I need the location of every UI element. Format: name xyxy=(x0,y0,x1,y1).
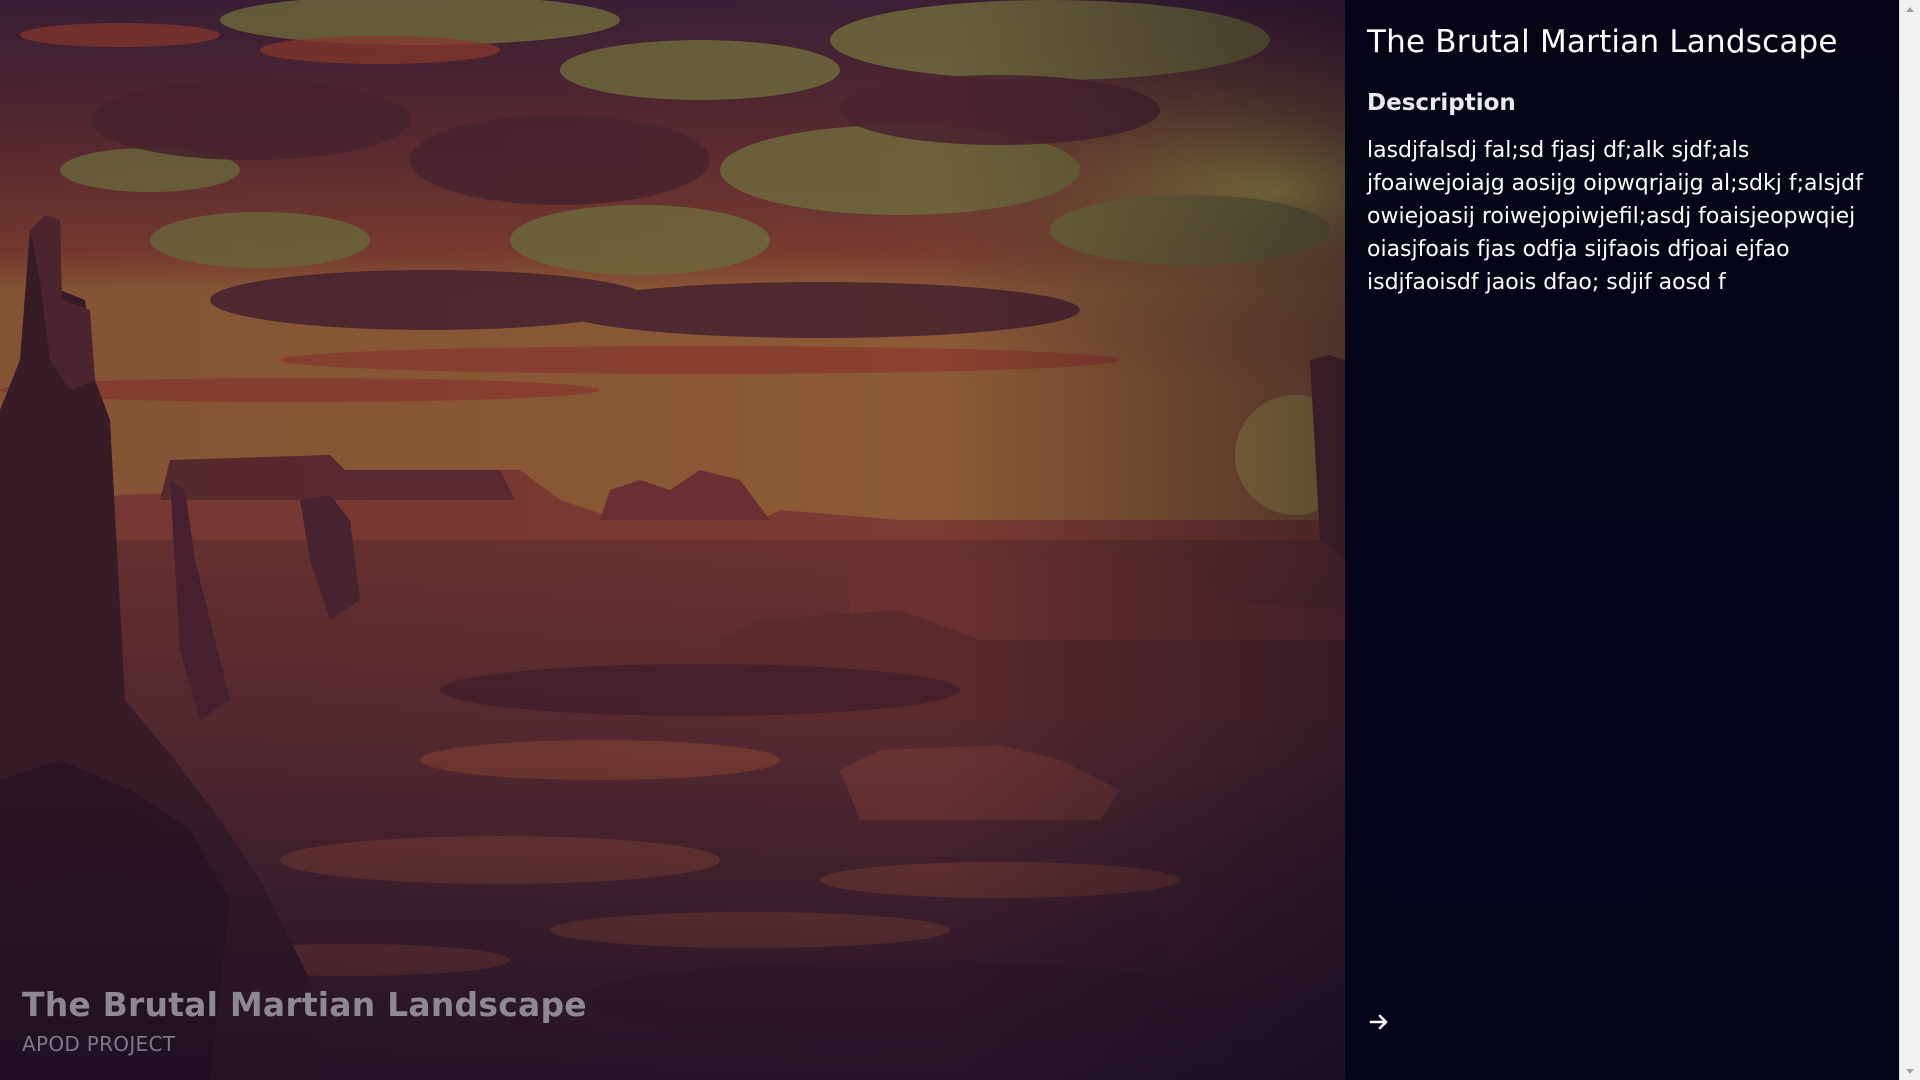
arrow-right-icon[interactable] xyxy=(1367,1010,1391,1034)
panel-title: The Brutal Martian Landscape xyxy=(1367,24,1838,60)
app-root: The Brutal Martian Landscape APOD PROJEC… xyxy=(0,0,1920,1080)
hero-image[interactable]: The Brutal Martian Landscape APOD PROJEC… xyxy=(0,0,1345,1080)
landscape-illustration xyxy=(0,0,1345,1080)
scroll-up-arrow-icon[interactable] xyxy=(1900,0,1920,18)
hero-subtitle: APOD PROJECT xyxy=(22,1032,176,1056)
description-text: lasdjfalsdj fal;sd fjasj df;alk sjdf;als… xyxy=(1367,138,1863,295)
details-panel: The Brutal Martian Landscape Description… xyxy=(1345,0,1899,1080)
description-heading: Description xyxy=(1367,90,1516,116)
scroll-down-arrow-icon[interactable] xyxy=(1900,1062,1920,1080)
hero-title: The Brutal Martian Landscape xyxy=(22,985,587,1024)
hero-caption: The Brutal Martian Landscape APOD PROJEC… xyxy=(22,985,587,1056)
vertical-scrollbar[interactable] xyxy=(1899,0,1920,1080)
